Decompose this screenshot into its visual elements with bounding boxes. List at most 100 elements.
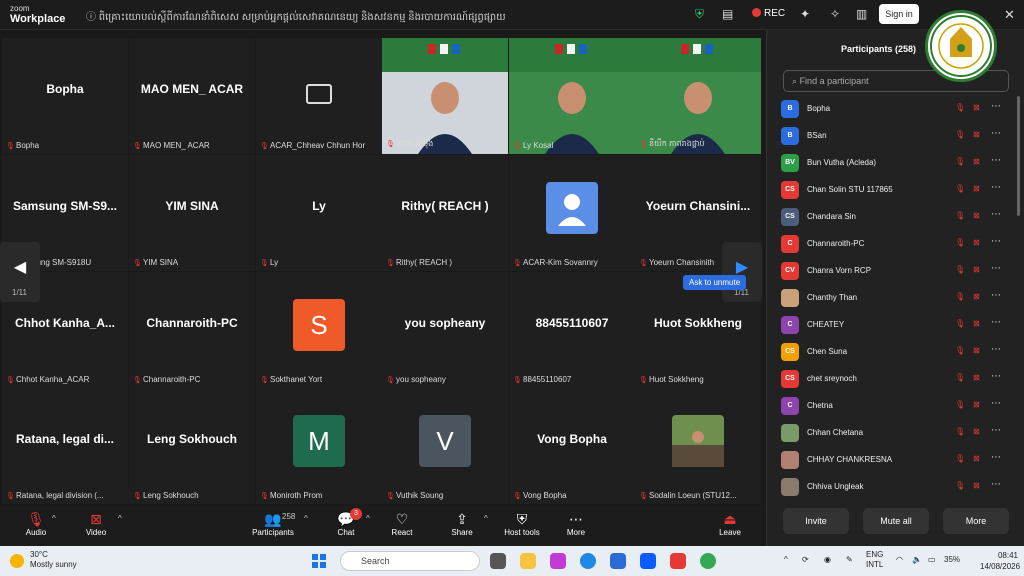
participant-row[interactable]: B Bopha 🎙 ⊠ ⋯ [767, 96, 1024, 123]
record-button[interactable]: REC [752, 8, 785, 19]
react-button[interactable]: ♡ React [376, 510, 428, 537]
participant-row[interactable]: BV Bun Vutha (Acleda) 🎙 ⊠ ⋯ [767, 150, 1024, 177]
video-tile[interactable]: M 🎙Moniroth Prom [256, 388, 382, 504]
camera-off-icon[interactable]: ⊠ [973, 157, 980, 166]
more-options-icon[interactable]: ⋯ [991, 452, 1001, 463]
video-tile[interactable]: V 🎙Vuthik Soung [382, 388, 508, 504]
mic-muted-icon[interactable]: 🎙 [955, 319, 965, 328]
camera-off-icon[interactable]: ⊠ [973, 184, 980, 193]
video-tile[interactable]: S 🎙Sokthanet Yort [256, 272, 382, 388]
tray-pen-icon[interactable]: ✎ [846, 555, 853, 564]
camera-off-icon[interactable]: ⊠ [973, 238, 980, 247]
mic-muted-icon[interactable]: 🎙 [955, 238, 965, 247]
chat-options-chevron-icon[interactable]: ^ [366, 514, 370, 523]
video-tile[interactable]: 🎙Ly Kosal [509, 38, 635, 154]
language-indicator[interactable]: ENG INTL [866, 550, 883, 570]
mic-muted-icon[interactable]: 🎙 [955, 454, 965, 463]
camera-off-icon[interactable]: ⊠ [973, 400, 980, 409]
camera-off-icon[interactable]: ⊠ [973, 292, 980, 301]
participant-row[interactable]: Chhan Chetana 🎙 ⊠ ⋯ [767, 420, 1024, 447]
file-explorer-icon[interactable] [520, 553, 536, 569]
participants-button[interactable]: 👥 258 Participants [246, 510, 300, 537]
more-options-icon[interactable]: ⋯ [991, 128, 1001, 139]
battery-icon[interactable]: ▭ [928, 555, 936, 564]
copilot-icon[interactable] [550, 553, 566, 569]
more-options-icon[interactable]: ⋯ [991, 209, 1001, 220]
participant-row[interactable]: Chhiva Ungleak 🎙 ⊠ ⋯ [767, 474, 1024, 500]
video-tile[interactable]: 🎙ឈាង ស៊ីម៉ុង [382, 38, 508, 154]
video-tile[interactable]: Bopha 🎙Bopha [2, 38, 128, 154]
tray-app-icon[interactable]: ◉ [824, 555, 831, 564]
share-button[interactable]: ⇪ Share [436, 510, 488, 537]
participant-row[interactable]: C CHEATEY 🎙 ⊠ ⋯ [767, 312, 1024, 339]
camera-off-icon[interactable]: ⊠ [973, 346, 980, 355]
video-tile[interactable]: MAO MEN_ ACAR 🎙MAO MEN_ ACAR [129, 38, 255, 154]
mic-muted-icon[interactable]: 🎙 [955, 211, 965, 220]
mic-muted-icon[interactable]: 🎙 [955, 481, 965, 490]
camera-off-icon[interactable]: ⊠ [973, 103, 980, 112]
more-options-icon[interactable]: ⋯ [991, 263, 1001, 274]
video-tile[interactable]: Vong Bopha 🎙Vong Bopha [509, 388, 635, 504]
more-button[interactable]: ⋯ More [550, 510, 602, 537]
mic-muted-icon[interactable]: 🎙 [955, 265, 965, 274]
chat-button[interactable]: 💬 3 Chat [320, 508, 372, 537]
video-tile[interactable]: Rithy( REACH ) 🎙Rithy( REACH ) [382, 155, 508, 271]
video-tile[interactable]: YIM SINA 🎙YIM SINA [129, 155, 255, 271]
mic-muted-icon[interactable]: 🎙 [955, 400, 965, 409]
video-tile[interactable]: 🎙នីយីក ភាពរាងផ្គាប់ [635, 38, 761, 154]
participant-row[interactable]: CS Chen Suna 🎙 ⊠ ⋯ [767, 339, 1024, 366]
host-tools-button[interactable]: ⛨ Host tools [496, 510, 548, 537]
windows-start-icon[interactable] [312, 554, 326, 568]
participant-row[interactable]: CHHAY CHANKRESNA 🎙 ⊠ ⋯ [767, 447, 1024, 474]
video-tile[interactable]: 🎙ACAR_Chheav Chhun Hor [256, 38, 382, 154]
participant-row[interactable]: CS Chandara Sin 🎙 ⊠ ⋯ [767, 204, 1024, 231]
store-icon[interactable] [610, 553, 626, 569]
panel-more-button[interactable]: More [943, 508, 1009, 534]
wifi-icon[interactable]: ◠ [896, 555, 903, 564]
participant-row[interactable]: CS Chan Solin STU 117865 🎙 ⊠ ⋯ [767, 177, 1024, 204]
participant-row[interactable]: Chanthy Than 🎙 ⊠ ⋯ [767, 285, 1024, 312]
more-options-icon[interactable]: ⋯ [991, 236, 1001, 247]
mic-muted-icon[interactable]: 🎙 [955, 130, 965, 139]
mic-muted-icon[interactable]: 🎙 [955, 346, 965, 355]
chrome-icon[interactable] [700, 553, 716, 569]
video-tile[interactable]: you sopheany 🎙you sopheany [382, 272, 508, 388]
tray-sync-icon[interactable]: ⟳ [802, 555, 809, 564]
more-options-icon[interactable]: ⋯ [991, 371, 1001, 382]
video-tile[interactable]: 88455110607 🎙88455110607 [509, 272, 635, 388]
mute-all-button[interactable]: Mute all [863, 508, 929, 534]
mic-muted-icon[interactable]: 🎙 [955, 103, 965, 112]
participant-row[interactable]: CV Chanra Vorn RCP 🎙 ⊠ ⋯ [767, 258, 1024, 285]
view-icon[interactable]: ▥ [856, 7, 867, 21]
app-icon[interactable] [670, 553, 686, 569]
more-options-icon[interactable]: ⋯ [991, 425, 1001, 436]
more-options-icon[interactable]: ⋯ [991, 182, 1001, 193]
more-options-icon[interactable]: ⋯ [991, 155, 1001, 166]
zoom-taskbar-icon[interactable] [640, 553, 656, 569]
camera-off-icon[interactable]: ⊠ [973, 454, 980, 463]
video-tile[interactable]: Ratana, legal di... 🎙Ratana, legal divisi… [2, 388, 128, 504]
video-tile[interactable]: 🎙ACAR-Kim Sovannry [509, 155, 635, 271]
camera-off-icon[interactable]: ⊠ [973, 427, 980, 436]
participant-row[interactable]: C Channaroith-PC 🎙 ⊠ ⋯ [767, 231, 1024, 258]
weather-widget[interactable]: 30°C Mostly sunny [30, 550, 77, 570]
sign-in-button[interactable]: Sign in [879, 4, 919, 24]
task-view-icon[interactable] [490, 553, 506, 569]
more-options-icon[interactable]: ⋯ [991, 479, 1001, 490]
video-tile[interactable]: Ly 🎙Ly [256, 155, 382, 271]
video-tile[interactable]: Channaroith-PC 🎙Channaroith-PC [129, 272, 255, 388]
invite-button[interactable]: Invite [783, 508, 849, 534]
more-options-icon[interactable]: ⋯ [991, 101, 1001, 112]
mic-muted-icon[interactable]: 🎙 [955, 427, 965, 436]
notes-icon[interactable]: ▤ [722, 7, 733, 21]
ask-to-unmute-button[interactable]: Ask to unmute [683, 275, 747, 290]
more-options-icon[interactable]: ⋯ [991, 398, 1001, 409]
taskbar-clock[interactable]: 08:41 14/08/2026 [980, 550, 1020, 572]
participant-row[interactable]: B BSan 🎙 ⊠ ⋯ [767, 123, 1024, 150]
share-options-chevron-icon[interactable]: ^ [484, 514, 488, 523]
shield-icon[interactable]: ⛨ [695, 7, 704, 22]
leave-button[interactable]: ⏏ Leave [704, 510, 756, 537]
camera-off-icon[interactable]: ⊠ [973, 130, 980, 139]
video-tile[interactable]: 🎙Sodalin Loeun (STU12... [635, 388, 761, 504]
more-options-icon[interactable]: ⋯ [991, 317, 1001, 328]
